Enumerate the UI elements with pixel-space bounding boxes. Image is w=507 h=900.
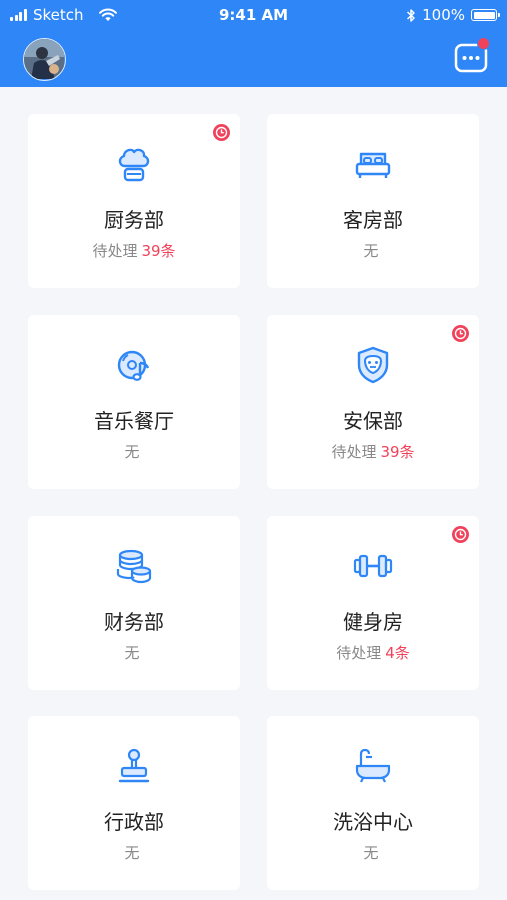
clock-icon (213, 124, 230, 141)
pending-count: 4条 (385, 644, 410, 662)
status-label: 无 (124, 644, 140, 662)
chef-hat-icon (118, 148, 150, 182)
battery-percent: 100% (422, 6, 465, 24)
dept-card-security[interactable]: 安保部 待处理 39条 (267, 315, 479, 489)
dept-name: 财务部 (104, 610, 164, 634)
clock-icon (452, 526, 469, 543)
bluetooth-icon (407, 8, 415, 22)
bathtub-icon (355, 748, 391, 783)
music-record-icon (117, 350, 150, 381)
app-header: Sketch 9:41 AM 100% (0, 0, 507, 87)
dumbbell-icon (353, 554, 393, 578)
dept-status: 待处理 39条 (28, 240, 240, 261)
dept-status: 无 (267, 842, 479, 863)
dept-card-music-restaurant[interactable]: 音乐餐厅 无 (28, 315, 240, 489)
status-label: 无 (124, 844, 140, 862)
dept-card-rooms[interactable]: 客房部 无 (267, 114, 479, 288)
dept-name: 厨务部 (104, 208, 164, 232)
dept-name: 音乐餐厅 (94, 409, 174, 433)
status-bar: Sketch 9:41 AM 100% (0, 0, 507, 32)
pending-count: 39条 (141, 242, 176, 260)
dept-card-admin[interactable]: 行政部 无 (28, 716, 240, 890)
dept-name: 客房部 (343, 208, 403, 232)
dept-card-kitchen[interactable]: 厨务部 待处理 39条 (28, 114, 240, 288)
status-label: 待处理 (92, 242, 138, 260)
status-label: 待处理 (331, 443, 377, 461)
dept-card-finance[interactable]: 财务部 无 (28, 516, 240, 690)
dept-name: 安保部 (343, 409, 403, 433)
status-label: 无 (363, 844, 379, 862)
shield-icon (357, 346, 389, 384)
status-label: 无 (124, 443, 140, 461)
dept-card-bath-center[interactable]: 洗浴中心 无 (267, 716, 479, 890)
dept-name: 洗浴中心 (333, 810, 413, 834)
dept-status: 无 (267, 240, 479, 261)
notification-dot (477, 37, 490, 50)
dept-status: 无 (28, 842, 240, 863)
status-label: 无 (363, 242, 379, 260)
message-button[interactable] (454, 37, 490, 74)
pending-count: 39条 (380, 443, 415, 461)
clock-icon (452, 325, 469, 342)
dept-status: 无 (28, 642, 240, 663)
dept-status: 待处理 39条 (267, 441, 479, 462)
dept-status: 无 (28, 441, 240, 462)
dept-name: 健身房 (343, 610, 403, 634)
dept-name: 行政部 (104, 810, 164, 834)
dept-card-gym[interactable]: 健身房 待处理 4条 (267, 516, 479, 690)
bed-icon (355, 152, 391, 178)
status-label: 待处理 (336, 644, 382, 662)
stamp-icon (118, 748, 150, 783)
coins-icon (116, 549, 152, 584)
user-avatar[interactable] (23, 38, 66, 81)
status-right: 100% (406, 6, 500, 24)
dept-status: 待处理 4条 (267, 642, 479, 663)
battery-icon (471, 9, 500, 21)
